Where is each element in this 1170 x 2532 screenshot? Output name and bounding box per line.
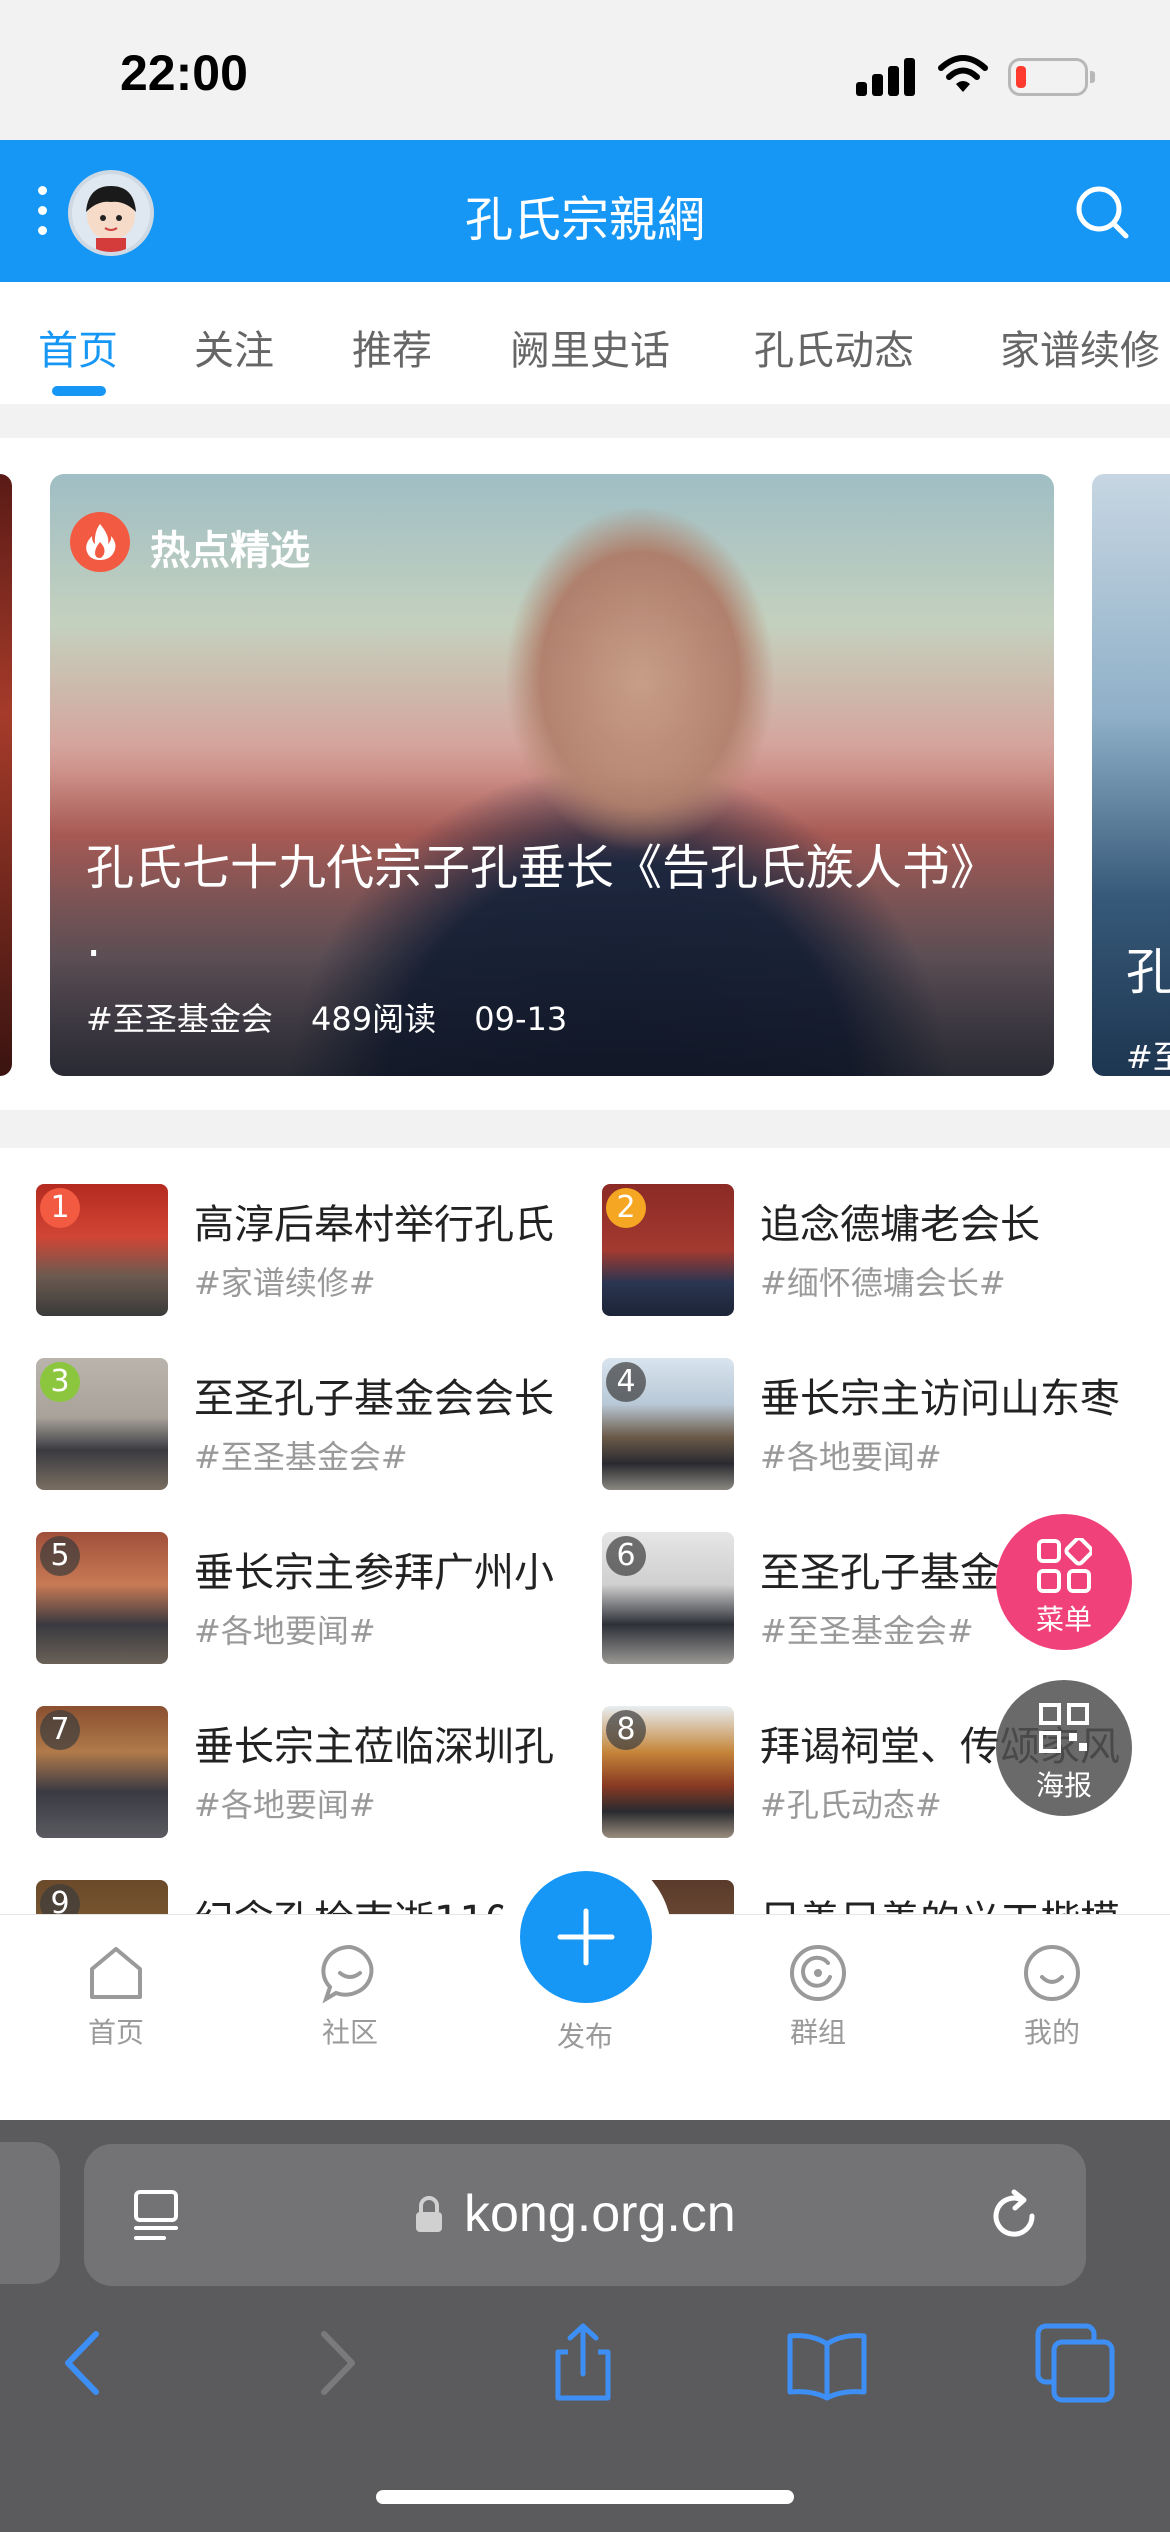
- wifi-icon: [938, 55, 988, 92]
- hot-badge-label: 热点精选: [150, 528, 310, 574]
- app-title: 孔氏宗親網: [464, 192, 705, 248]
- chat-bubble-icon: [321, 1944, 374, 2004]
- carousel-reads: 489阅读: [311, 1000, 437, 1038]
- qr-code-icon: [1039, 1703, 1089, 1753]
- carousel-title[interactable]: 孔氏七十九代宗子孔垂长《告孔氏族人书》 .: [86, 832, 1016, 976]
- forward-icon[interactable]: [290, 2318, 380, 2408]
- rank-badge: 4: [606, 1362, 646, 1402]
- tabbar-home-label: 首页: [87, 2016, 144, 2049]
- ranked-news-list: 1 高淳后皋村举行孔氏 #家谱续修# 2 追念德墉老会长 #缅怀德墉会长# 3 …: [0, 1148, 1170, 1914]
- item-tag[interactable]: #孔氏动态#: [760, 1780, 942, 1826]
- status-time: 22:00: [120, 45, 248, 101]
- item-tag[interactable]: #各地要闻#: [760, 1432, 942, 1478]
- tab-recommend[interactable]: 推荐: [352, 318, 432, 376]
- publish-label: 发布: [556, 2020, 613, 2053]
- section-divider: [0, 1110, 1170, 1148]
- app-header: 孔氏宗親網: [0, 140, 1170, 282]
- list-item[interactable]: 5 垂长宗主参拜广州小 #各地要闻#: [36, 1532, 596, 1668]
- carousel-tag[interactable]: #至圣基金会: [86, 1000, 273, 1038]
- tabbar-groups[interactable]: 群组: [748, 1915, 888, 2075]
- item-title: 高淳后皋村举行孔氏: [194, 1202, 554, 1248]
- bottom-tab-bar: 首页 社区 发布 群组 我的: [0, 1849, 1170, 2120]
- tab-home[interactable]: 首页: [38, 318, 118, 376]
- item-tag[interactable]: #至圣基金会#: [194, 1432, 408, 1478]
- reload-icon[interactable]: [984, 2186, 1044, 2246]
- search-icon[interactable]: [1074, 184, 1130, 240]
- item-title: 垂长宗主访问山东枣: [760, 1376, 1120, 1422]
- next-slide-tag: #至: [1126, 1038, 1170, 1076]
- carousel-slide[interactable]: 热点精选 孔氏七十九代宗子孔垂长《告孔氏族人书》 . #至圣基金会 489阅读 …: [50, 474, 1054, 1076]
- tab-follow[interactable]: 关注: [194, 318, 274, 376]
- browser-toolbar: kong.org.cn: [0, 2120, 1170, 2532]
- item-title: 至圣孔子基金会会长: [194, 1376, 554, 1422]
- plus-icon: [557, 1908, 615, 1966]
- tabbar-mine-label: 我的: [1023, 2016, 1080, 2049]
- item-title: 垂长宗主莅临深圳孔: [194, 1724, 554, 1770]
- carousel-date: 09-13: [474, 1000, 568, 1038]
- rank-badge: 3: [40, 1362, 80, 1402]
- rank-badge: 1: [40, 1188, 80, 1228]
- carousel-meta: #至圣基金会 489阅读 09-13: [86, 994, 595, 1040]
- previous-tab-peek[interactable]: [0, 2142, 60, 2284]
- next-slide-title: 孔: [1126, 943, 1170, 1001]
- tabbar-home[interactable]: 首页: [46, 1915, 186, 2075]
- list-item[interactable]: 2 追念德墉老会长 #缅怀德墉会长#: [602, 1184, 1162, 1320]
- url-text[interactable]: kong.org.cn: [464, 2184, 736, 2244]
- grid-icon: [1037, 1538, 1092, 1593]
- featured-carousel: 热点精选 孔氏七十九代宗子孔垂长《告孔氏族人书》 . #至圣基金会 489阅读 …: [0, 438, 1170, 1110]
- share-icon[interactable]: [538, 2318, 628, 2408]
- rank-badge: 6: [606, 1536, 646, 1576]
- back-icon[interactable]: [40, 2318, 130, 2408]
- bookmarks-icon[interactable]: [782, 2318, 872, 2408]
- publish-button[interactable]: [520, 1871, 652, 2003]
- section-divider: [0, 404, 1170, 438]
- home-indicator: [376, 2490, 794, 2504]
- item-tag[interactable]: #至圣基金会#: [760, 1606, 974, 1652]
- cellular-signal-icon: [856, 56, 916, 96]
- tab-genealogy[interactable]: 家谱续修: [1000, 318, 1160, 376]
- menu-fab[interactable]: 菜单: [996, 1514, 1132, 1650]
- list-item[interactable]: 3 至圣孔子基金会会长 #至圣基金会#: [36, 1358, 596, 1494]
- list-item[interactable]: 7 垂长宗主莅临深圳孔 #各地要闻#: [36, 1706, 596, 1842]
- battery-icon: [1008, 58, 1095, 96]
- menu-fab-label: 菜单: [1035, 1603, 1092, 1636]
- tab-news[interactable]: 孔氏动态: [754, 318, 914, 376]
- tab-history[interactable]: 阙里史话: [510, 318, 670, 376]
- address-bar[interactable]: kong.org.cn: [84, 2144, 1086, 2286]
- status-bar: 22:00: [0, 0, 1170, 140]
- item-tag[interactable]: #各地要闻#: [194, 1606, 376, 1652]
- tab-indicator: [52, 386, 106, 396]
- tabbar-groups-label: 群组: [789, 2016, 846, 2049]
- home-icon: [90, 1947, 142, 1999]
- reader-mode-icon[interactable]: [130, 2188, 184, 2242]
- item-title: 兄善兄善的义工楷模: [760, 1888, 1160, 1914]
- smiley-icon: [1024, 1945, 1080, 2001]
- lock-icon: [416, 2196, 442, 2232]
- tabbar-mine[interactable]: 我的: [982, 1915, 1122, 2075]
- rank-badge: 7: [40, 1710, 80, 1750]
- poster-fab[interactable]: 海报: [996, 1680, 1132, 1816]
- item-tag[interactable]: #家谱续修#: [194, 1258, 376, 1304]
- tabbar-community[interactable]: 社区: [280, 1915, 420, 2075]
- rank-badge: 5: [40, 1536, 80, 1576]
- category-tabs: 首页 关注 推荐 阙里史话 孔氏动态 家谱续修: [0, 282, 1170, 404]
- list-item[interactable]: 兄善兄善的义工楷模: [602, 1880, 1162, 1914]
- poster-fab-label: 海报: [1035, 1769, 1092, 1802]
- groups-icon: [790, 1945, 846, 2001]
- item-title: 垂长宗主参拜广州小: [194, 1550, 554, 1596]
- item-tag[interactable]: #各地要闻#: [194, 1780, 376, 1826]
- item-title: 追念德墉老会长: [760, 1202, 1040, 1248]
- list-item[interactable]: 4 垂长宗主访问山东枣 #各地要闻#: [602, 1358, 1162, 1494]
- fire-icon: [70, 512, 130, 572]
- item-tag[interactable]: #缅怀德墉会长#: [760, 1258, 1006, 1304]
- carousel-next-slide[interactable]: 孔 #至: [1092, 474, 1170, 1076]
- list-item[interactable]: 1 高淳后皋村举行孔氏 #家谱续修#: [36, 1184, 596, 1320]
- carousel-prev-slide[interactable]: [0, 474, 12, 1076]
- rank-badge: 8: [606, 1710, 646, 1750]
- tabbar-community-label: 社区: [321, 2016, 378, 2049]
- rank-badge: 2: [606, 1188, 646, 1228]
- tabs-icon[interactable]: [1030, 2318, 1120, 2408]
